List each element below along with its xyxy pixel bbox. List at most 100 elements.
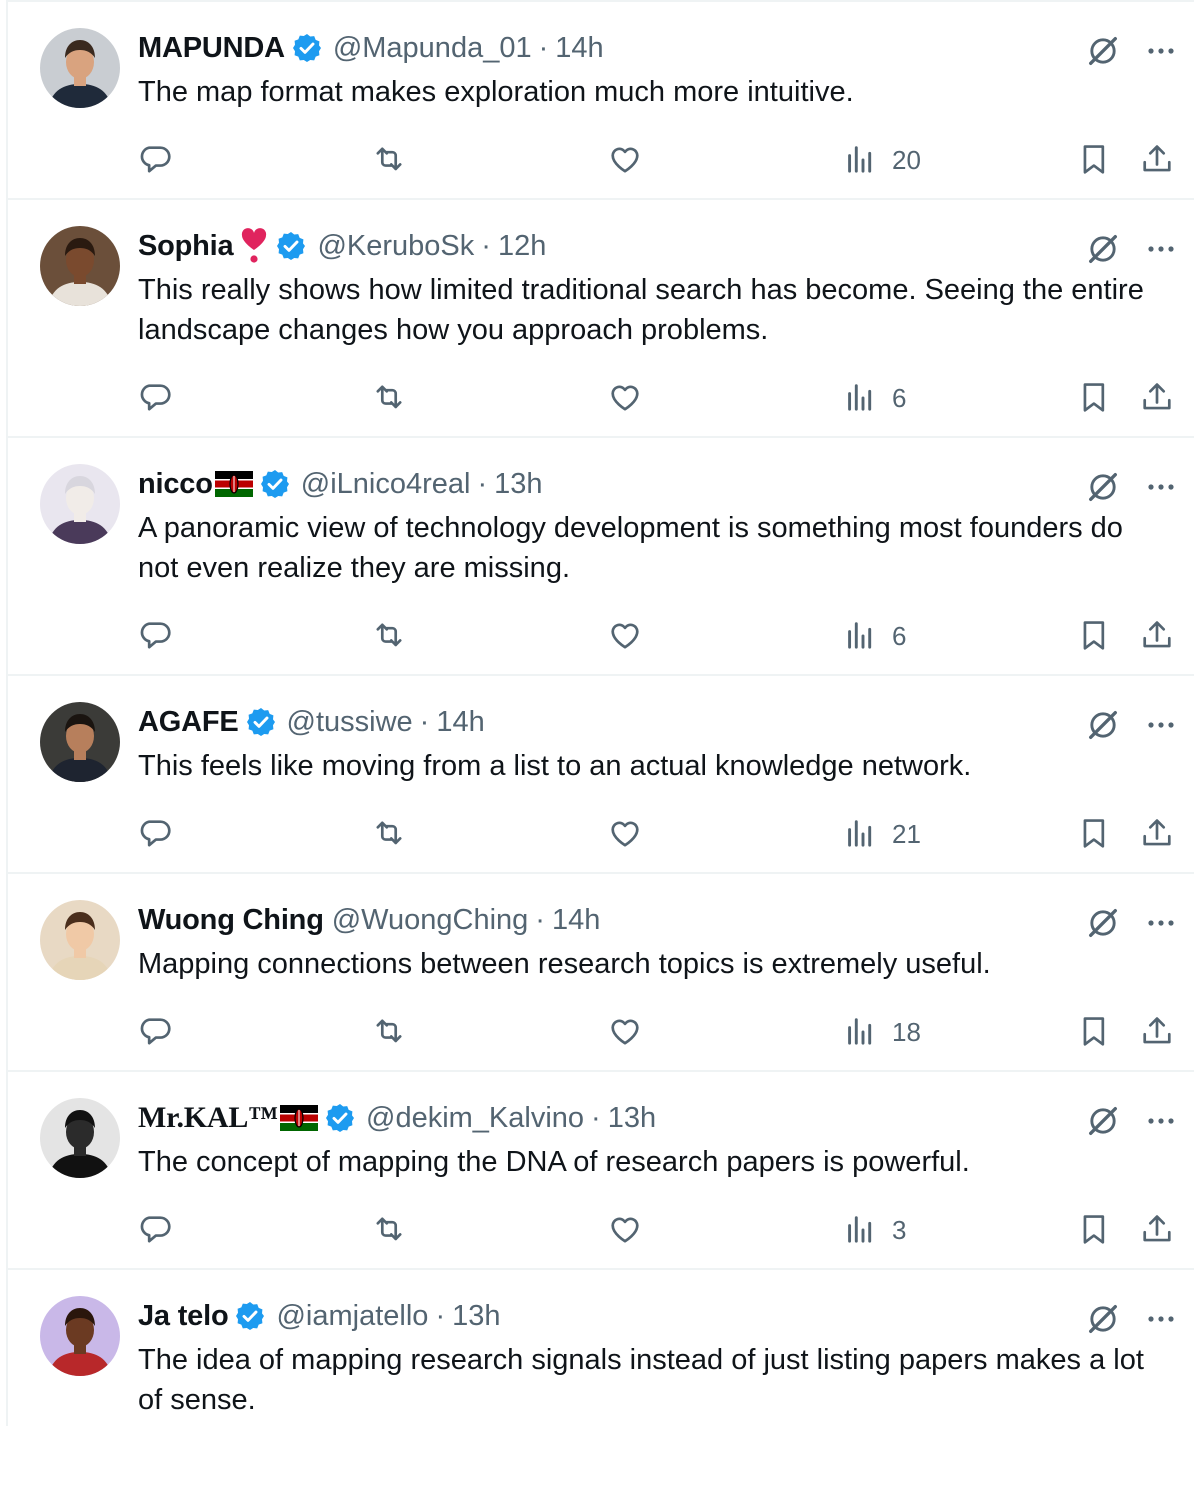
share-button[interactable] bbox=[1138, 616, 1176, 656]
timestamp[interactable]: 13h bbox=[494, 468, 542, 501]
like-icon bbox=[611, 147, 639, 173]
grok-button[interactable] bbox=[1084, 230, 1122, 273]
separator-dot: · bbox=[419, 705, 430, 738]
display-name[interactable]: Ja telo bbox=[138, 1300, 229, 1333]
reply-button[interactable] bbox=[138, 378, 176, 418]
timestamp[interactable]: 13h bbox=[452, 1300, 500, 1333]
like-button[interactable] bbox=[606, 616, 644, 656]
retweet-button[interactable] bbox=[370, 616, 408, 656]
avatar[interactable] bbox=[40, 1098, 120, 1178]
timestamp[interactable]: 13h bbox=[608, 1102, 656, 1135]
reply-button[interactable] bbox=[138, 814, 176, 854]
reply-button[interactable] bbox=[138, 140, 176, 180]
like-button[interactable] bbox=[606, 814, 644, 854]
avatar[interactable] bbox=[40, 464, 120, 544]
bookmark-button[interactable] bbox=[1076, 140, 1114, 180]
views-button[interactable]: 6 bbox=[844, 616, 906, 656]
avatar[interactable] bbox=[40, 226, 120, 306]
more-button[interactable] bbox=[1144, 906, 1178, 945]
views-button[interactable]: 18 bbox=[844, 1012, 921, 1052]
user-handle[interactable]: @iamjatello bbox=[276, 1300, 428, 1333]
bookmark-button[interactable] bbox=[1076, 1012, 1114, 1052]
display-name[interactable]: Wuong Ching bbox=[138, 904, 324, 937]
timestamp[interactable]: 14h bbox=[552, 904, 600, 937]
share-button[interactable] bbox=[1138, 1210, 1176, 1250]
timestamp[interactable]: 14h bbox=[555, 32, 603, 65]
views-button[interactable]: 6 bbox=[844, 378, 906, 418]
name-flag bbox=[214, 471, 253, 497]
retweet-button[interactable] bbox=[370, 140, 408, 180]
grok-icon bbox=[1089, 1305, 1117, 1333]
verified-badge[interactable] bbox=[291, 32, 323, 64]
like-button[interactable] bbox=[606, 378, 644, 418]
user-handle[interactable]: @iLnico4real bbox=[301, 468, 471, 501]
grok-icon bbox=[1089, 909, 1117, 937]
timestamp[interactable]: 12h bbox=[498, 230, 546, 263]
grok-button[interactable] bbox=[1084, 1300, 1122, 1343]
verified-badge[interactable] bbox=[324, 1102, 356, 1134]
verified-badge[interactable] bbox=[275, 230, 307, 262]
verified-badge[interactable] bbox=[245, 706, 277, 738]
verified-badge-icon bbox=[277, 232, 306, 260]
share-button[interactable] bbox=[1138, 378, 1176, 418]
avatar[interactable] bbox=[40, 702, 120, 782]
more-button[interactable] bbox=[1144, 1104, 1178, 1143]
display-name[interactable]: Mr.KAL™ bbox=[138, 1101, 278, 1135]
tweet-actions: 6 bbox=[138, 378, 1180, 418]
user-handle[interactable]: @KeruboSk bbox=[317, 230, 474, 263]
avatar[interactable] bbox=[40, 28, 120, 108]
user-handle[interactable]: @dekim_Kalvino bbox=[366, 1102, 584, 1135]
grok-button[interactable] bbox=[1084, 904, 1122, 947]
retweet-button[interactable] bbox=[370, 814, 408, 854]
reply-button[interactable] bbox=[138, 616, 176, 656]
retweet-button[interactable] bbox=[370, 378, 408, 418]
display-name[interactable]: Sophia bbox=[138, 230, 234, 263]
views-button[interactable]: 3 bbox=[844, 1210, 906, 1250]
like-button[interactable] bbox=[606, 1012, 644, 1052]
views-button[interactable]: 21 bbox=[844, 814, 921, 854]
more-button[interactable] bbox=[1144, 708, 1178, 747]
tweet-corner-actions bbox=[1084, 230, 1178, 273]
reply-button[interactable] bbox=[138, 1210, 176, 1250]
grok-button[interactable] bbox=[1084, 32, 1122, 75]
more-button[interactable] bbox=[1144, 232, 1178, 271]
user-handle[interactable]: @WuongChing bbox=[332, 904, 529, 937]
share-button[interactable] bbox=[1138, 140, 1176, 180]
reply-button[interactable] bbox=[138, 1012, 176, 1052]
views-count: 18 bbox=[892, 1016, 921, 1047]
retweet-button[interactable] bbox=[370, 1012, 408, 1052]
verified-badge[interactable] bbox=[259, 468, 291, 500]
bookmark-button[interactable] bbox=[1076, 1210, 1114, 1250]
more-icon bbox=[1148, 722, 1174, 728]
tweet-corner-actions bbox=[1084, 468, 1178, 511]
display-name[interactable]: MAPUNDA bbox=[138, 32, 285, 65]
views-button[interactable]: 20 bbox=[844, 140, 921, 180]
grok-button[interactable] bbox=[1084, 468, 1122, 511]
tweet-text: A panoramic view of technology developme… bbox=[138, 512, 1123, 584]
more-button[interactable] bbox=[1144, 1302, 1178, 1341]
user-handle[interactable]: @Mapunda_01 bbox=[333, 32, 532, 65]
user-handle[interactable]: @tussiwe bbox=[287, 706, 413, 739]
share-button[interactable] bbox=[1138, 1012, 1176, 1052]
display-name[interactable]: AGAFE bbox=[138, 706, 239, 739]
display-name[interactable]: nicco bbox=[138, 468, 213, 501]
retweet-icon bbox=[376, 821, 402, 845]
bookmark-button[interactable] bbox=[1076, 378, 1114, 418]
bookmark-button[interactable] bbox=[1076, 616, 1114, 656]
share-icon bbox=[1143, 819, 1171, 846]
retweet-button[interactable] bbox=[370, 1210, 408, 1250]
more-button[interactable] bbox=[1144, 34, 1178, 73]
separator-dot: · bbox=[538, 31, 549, 64]
like-button[interactable] bbox=[606, 1210, 644, 1250]
share-button[interactable] bbox=[1138, 814, 1176, 854]
avatar[interactable] bbox=[40, 1296, 120, 1376]
avatar[interactable] bbox=[40, 900, 120, 980]
more-button[interactable] bbox=[1144, 470, 1178, 509]
grok-button[interactable] bbox=[1084, 1102, 1122, 1145]
bookmark-button[interactable] bbox=[1076, 814, 1114, 854]
verified-badge[interactable] bbox=[234, 1300, 266, 1332]
more-icon bbox=[1148, 48, 1174, 54]
like-button[interactable] bbox=[606, 140, 644, 180]
timestamp[interactable]: 14h bbox=[436, 706, 484, 739]
grok-button[interactable] bbox=[1084, 706, 1122, 749]
